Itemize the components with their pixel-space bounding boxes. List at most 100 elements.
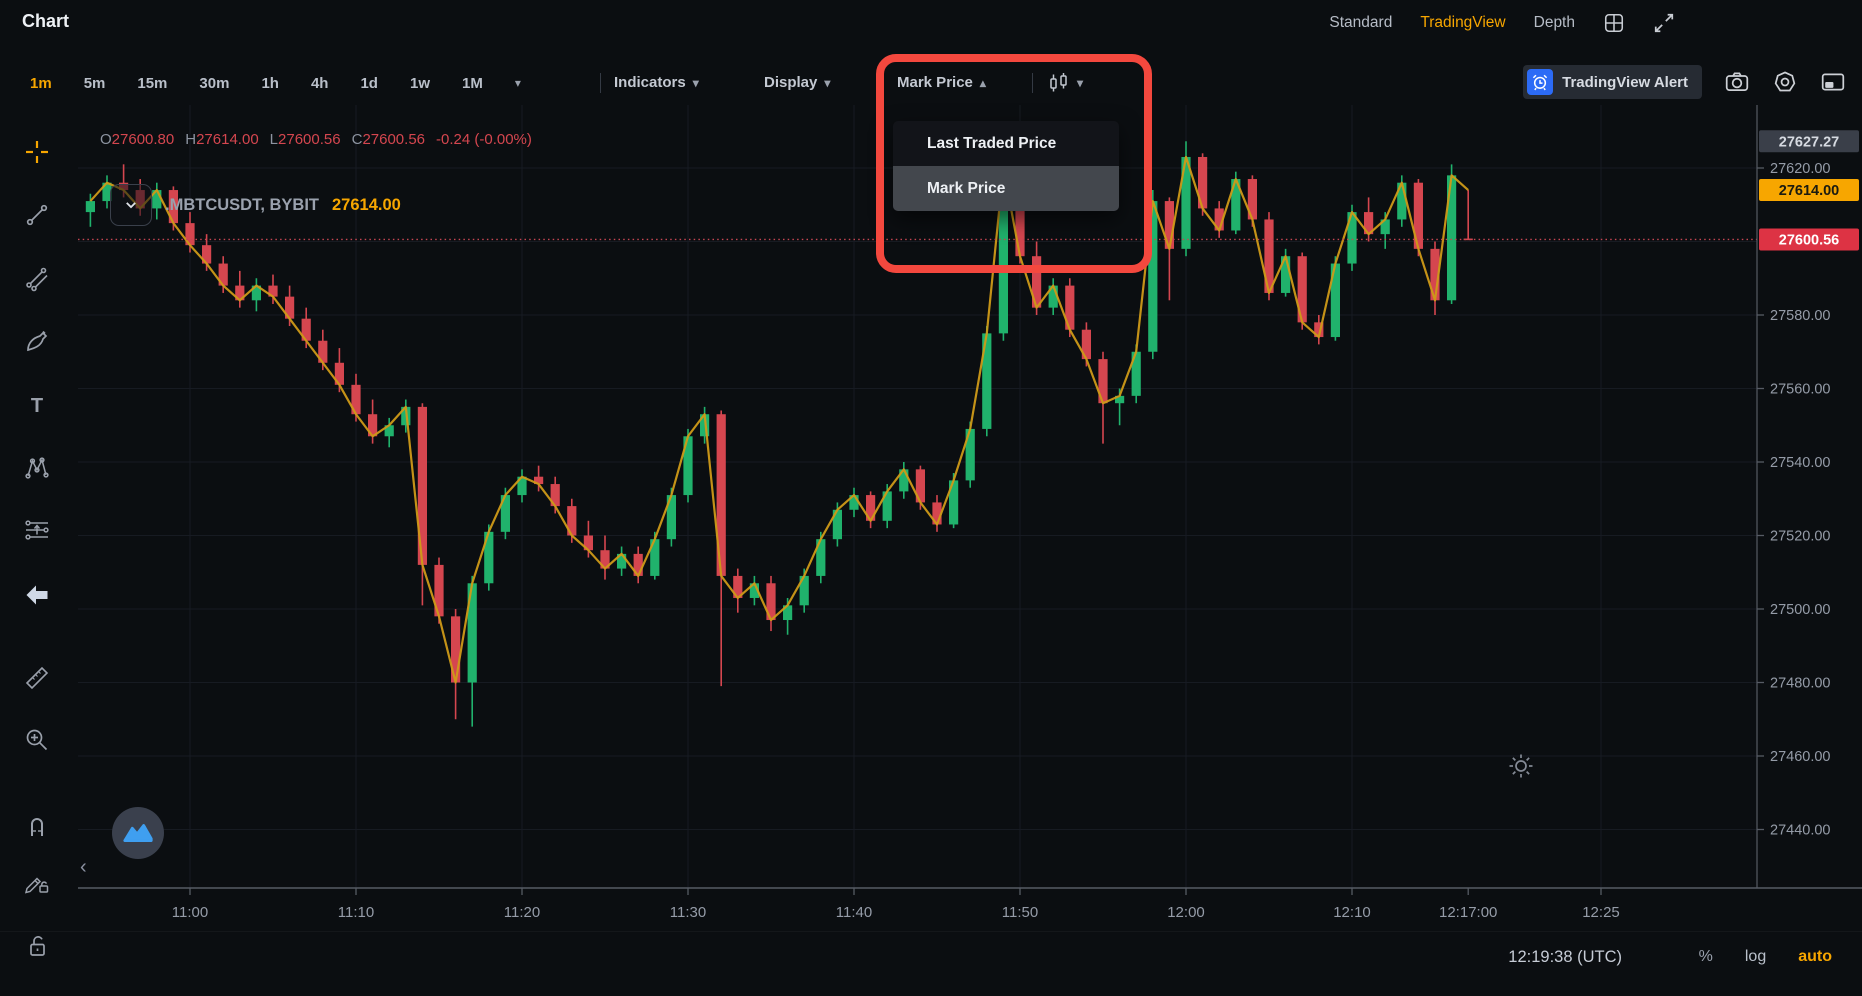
tradingview-alert-button[interactable]: TradingView Alert (1523, 65, 1702, 99)
candle-style-button[interactable]: ▾ (1048, 73, 1083, 93)
tab-depth[interactable]: Depth (1534, 14, 1575, 32)
timeframe-1w[interactable]: 1w (410, 75, 430, 92)
last-price-badge-label: 27600.56 (1779, 232, 1839, 248)
toolbar-divider (1032, 73, 1033, 93)
text-tool[interactable]: T (0, 391, 74, 419)
pitchfork-tool[interactable] (0, 264, 74, 292)
drawing-lock-tool[interactable] (0, 867, 74, 895)
crosshair-tool-active[interactable] (0, 138, 74, 166)
arrow-tool-icon (23, 581, 51, 609)
time-axis-label: 11:50 (1002, 904, 1038, 921)
timezone-clock[interactable]: 12:19:38 (UTC) (1508, 948, 1622, 967)
position-tool[interactable] (0, 516, 74, 544)
arrow-tool[interactable] (0, 581, 74, 609)
symbol-price: 27614.00 (332, 196, 401, 215)
menu-item-mark-price[interactable]: Mark Price (893, 166, 1119, 211)
camera-snapshot-icon[interactable] (1724, 69, 1750, 95)
ohlc-item: C27600.56 (352, 131, 425, 148)
ohlc-readout: O27600.80H27614.00L27600.56C27600.56-0.2… (100, 131, 532, 148)
text-tool-icon: T (23, 391, 51, 419)
trading-chart-page: 11:00 11:10 11:20 11:30 11:40 11:50 12:00 12:10… (0, 0, 1862, 996)
chevron-up-icon: ▴ (980, 73, 986, 93)
timeframe-1m[interactable]: 1m (30, 75, 52, 92)
pitchfork-tool-icon (23, 264, 51, 292)
price-axis-label: 27560.00 (1770, 382, 1830, 398)
price-mode-menu: Last Traded PriceMark Price (893, 121, 1119, 211)
chart-widget-button[interactable] (112, 807, 164, 859)
area-chart-icon (121, 816, 155, 850)
ohlc-item: H27614.00 (185, 131, 258, 148)
high-price-badge-label: 27627.27 (1779, 134, 1839, 150)
tab-standard[interactable]: Standard (1329, 14, 1392, 32)
chart-mode-tabs: Standard TradingView Depth (1329, 12, 1675, 34)
time-axis-label: 12:17:00 (1439, 904, 1497, 921)
toolbar-right-actions: TradingView Alert (1523, 65, 1846, 99)
price-axis-label: 27500.00 (1770, 602, 1830, 618)
magnet-tool[interactable] (0, 811, 74, 839)
symbol-name: .MBTCUSDT, BYBIT (165, 196, 319, 215)
chevron-down-icon[interactable]: ▾ (515, 76, 521, 90)
time-axis-label: 11:20 (504, 904, 540, 921)
timeframe-15m[interactable]: 15m (137, 75, 167, 92)
mark-price-badge-label: 27614.00 (1779, 183, 1839, 199)
percent-scale-toggle[interactable]: % (1699, 948, 1713, 966)
ruler-tool-icon (23, 664, 51, 692)
timeframe-1M[interactable]: 1M (462, 75, 483, 92)
xabcd-pattern-tool-icon (23, 454, 51, 482)
symbol-row: .MBTCUSDT, BYBIT 27614.00 (110, 184, 401, 226)
auto-scale-toggle[interactable]: auto (1798, 948, 1832, 966)
timeframe-4h[interactable]: 4h (311, 75, 329, 92)
timeframe-30m[interactable]: 30m (199, 75, 229, 92)
sun-icon[interactable] (1510, 755, 1533, 778)
time-axis-label: 11:40 (836, 904, 872, 921)
timeframe-1d[interactable]: 1d (360, 75, 378, 92)
grid-layout-icon[interactable] (1603, 12, 1625, 34)
ohlc-item: O27600.80 (100, 131, 174, 148)
menu-item-last-traded-price[interactable]: Last Traded Price (893, 121, 1119, 166)
zoom-in-tool[interactable] (0, 726, 74, 754)
xabcd-pattern-tool[interactable] (0, 454, 74, 482)
timeframe-1h[interactable]: 1h (261, 75, 279, 92)
time-axis-label: 12:00 (1167, 904, 1205, 921)
time-axis-label: 11:00 (172, 904, 208, 921)
magnet-tool-icon (23, 811, 51, 839)
picture-in-picture-icon[interactable] (1820, 69, 1846, 95)
candle-style-icon (1048, 72, 1070, 94)
page-title: Chart (22, 11, 69, 32)
brush-tool[interactable] (0, 327, 74, 355)
price-axis-label: 27540.00 (1770, 455, 1830, 471)
price-mode-button[interactable]: Mark Price ▴ (897, 73, 986, 93)
zoom-in-tool-icon (23, 726, 51, 754)
time-axis-label: 12:10 (1333, 904, 1371, 921)
log-scale-toggle[interactable]: log (1745, 948, 1766, 966)
trend-line-tool[interactable] (0, 201, 74, 229)
crosshair-tool-icon (23, 138, 51, 166)
price-axis-label: 27440.00 (1770, 823, 1830, 839)
tab-tradingview[interactable]: TradingView (1420, 14, 1505, 32)
scale-controls: % log auto (1699, 948, 1832, 966)
price-change: -0.24 (-0.00%) (436, 131, 532, 148)
alarm-clock-icon (1527, 69, 1553, 95)
time-axis-label: 12:25 (1582, 904, 1620, 921)
time-axis-label: 11:10 (338, 904, 374, 921)
drawing-lock-tool-icon (23, 867, 51, 895)
price-axis-label: 27460.00 (1770, 749, 1830, 765)
display-button[interactable]: Display ▾ (764, 73, 830, 93)
toolbar-divider (600, 73, 601, 93)
collapse-toolbar-handle[interactable]: ‹ (80, 856, 87, 879)
timeframe-selector: 1m 5m 15m 30m 1h 4h 1d 1w 1M ▾ (30, 66, 521, 100)
fullscreen-icon[interactable] (1653, 12, 1675, 34)
settings-gear-icon[interactable] (1772, 69, 1798, 95)
timeframe-5m[interactable]: 5m (84, 75, 106, 92)
chevron-down-icon: ▾ (1077, 73, 1083, 93)
svg-text:T: T (31, 395, 43, 417)
mark-price-line (90, 157, 1468, 683)
position-tool-icon (23, 516, 51, 544)
price-axis-label: 27620.00 (1770, 161, 1830, 177)
indicators-button[interactable]: Indicators ▾ (614, 73, 699, 93)
price-axis-label: 27480.00 (1770, 676, 1830, 692)
ruler-tool[interactable] (0, 664, 74, 692)
time-axis-label: 11:30 (670, 904, 706, 921)
trend-line-tool-icon (23, 201, 51, 229)
symbol-collapse-button[interactable] (110, 184, 152, 226)
